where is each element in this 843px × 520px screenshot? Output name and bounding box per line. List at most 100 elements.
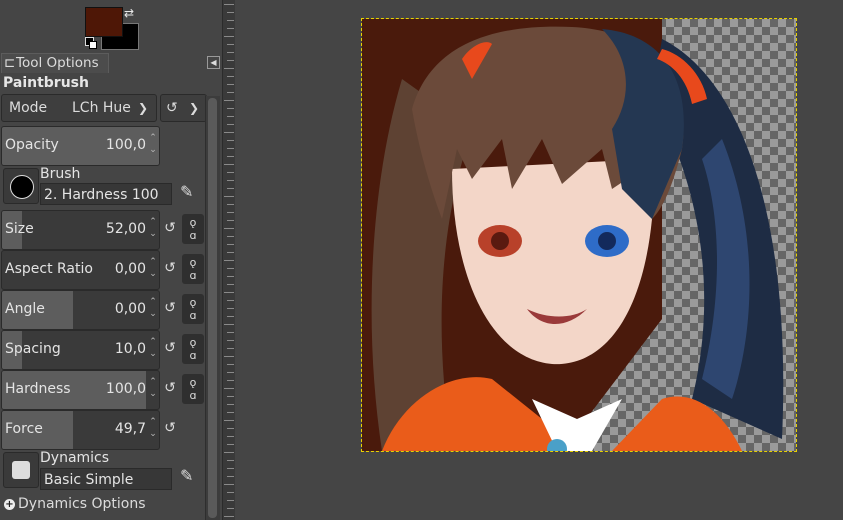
- link-size-icon[interactable]: ǫɑ: [182, 214, 204, 244]
- mode-reset-dropdown[interactable]: ↺ ❯: [160, 94, 207, 122]
- dynamics-options-expander[interactable]: + Dynamics Options: [4, 496, 146, 512]
- tool-options-panel: ⇄ ⊏Tool Options ◀ Paintbrush Mode LCh Hu…: [0, 0, 222, 520]
- mode-label: Mode: [9, 100, 48, 116]
- ruler-tick: [227, 340, 234, 341]
- swap-colors-icon[interactable]: ⇄: [124, 6, 134, 20]
- ruler-tick: [224, 420, 234, 421]
- mode-value: LCh Hue: [72, 100, 131, 116]
- mode-dropdown[interactable]: Mode LCh Hue ❯: [1, 94, 157, 122]
- ruler-tick: [227, 220, 234, 221]
- ruler-tick: [224, 132, 234, 133]
- link-aspect-ratio-icon[interactable]: ǫɑ: [182, 254, 204, 284]
- dynamics-preview-button[interactable]: [3, 452, 39, 488]
- opacity-slider[interactable]: Opacity 100,0 ⌃ ⌄: [1, 126, 160, 166]
- ruler-tick: [227, 460, 234, 461]
- ruler-tick: [227, 244, 234, 245]
- brush-label: Brush: [40, 166, 81, 182]
- angle-label: Angle: [5, 301, 45, 317]
- tool-title: Paintbrush: [3, 75, 89, 91]
- ruler-tick: [227, 188, 234, 189]
- ruler-tick: [227, 52, 234, 53]
- ruler-tick: [224, 324, 234, 325]
- ruler-tick: [224, 164, 234, 165]
- reset-icon: ↺: [166, 100, 178, 116]
- chevron-down-icon: ❯: [138, 101, 149, 115]
- dynamics-icon: [12, 461, 30, 479]
- options-scrollbar[interactable]: [205, 96, 220, 520]
- ruler-tick: [224, 4, 234, 5]
- ruler-tick: [227, 204, 234, 205]
- default-colors-icon[interactable]: [85, 37, 97, 49]
- spin-arrows-icon[interactable]: ⌃ ⌄: [148, 216, 158, 244]
- spin-arrows-icon[interactable]: ⌃ ⌄: [148, 416, 158, 444]
- ruler-tick: [227, 396, 234, 397]
- force-label: Force: [5, 421, 43, 437]
- tab-menu-icon[interactable]: ◀: [207, 56, 220, 69]
- foreground-color-swatch[interactable]: [85, 7, 123, 37]
- ruler-tick: [227, 444, 234, 445]
- ruler-tick: [224, 196, 234, 197]
- ruler-tick: [227, 404, 234, 405]
- tab-tool-options[interactable]: ⊏Tool Options: [1, 53, 109, 73]
- link-spacing-icon[interactable]: ǫɑ: [182, 334, 204, 364]
- reset-angle-icon[interactable]: ↺: [162, 300, 178, 316]
- vertical-ruler[interactable]: [222, 0, 236, 520]
- spacing-slider[interactable]: Spacing 10,0 ⌃ ⌄: [1, 330, 160, 370]
- edit-brush-icon[interactable]: ✎: [180, 182, 193, 201]
- ruler-tick: [224, 228, 234, 229]
- size-label: Size: [5, 221, 34, 237]
- spin-arrows-icon[interactable]: ⌃ ⌄: [148, 296, 158, 324]
- link-angle-icon[interactable]: ǫɑ: [182, 294, 204, 324]
- edit-dynamics-icon[interactable]: ✎: [180, 466, 193, 485]
- link-hardness-icon[interactable]: ǫɑ: [182, 374, 204, 404]
- ruler-tick: [227, 116, 234, 117]
- ruler-tick: [227, 108, 234, 109]
- image-canvas[interactable]: [362, 19, 796, 451]
- force-slider[interactable]: Force 49,7 ⌃ ⌄: [1, 410, 160, 450]
- ruler-tick: [224, 484, 234, 485]
- opacity-label: Opacity: [5, 137, 59, 153]
- reset-aspect-ratio-icon[interactable]: ↺: [162, 260, 178, 276]
- tab-label: Tool Options: [16, 55, 99, 71]
- ruler-tick: [227, 140, 234, 141]
- ruler-tick: [224, 388, 234, 389]
- spin-arrows-icon[interactable]: ⌃ ⌄: [148, 376, 158, 404]
- reset-hardness-icon[interactable]: ↺: [162, 380, 178, 396]
- ruler-tick: [227, 436, 234, 437]
- ruler-tick: [224, 292, 234, 293]
- ruler-tick: [227, 332, 234, 333]
- ruler-tick: [227, 380, 234, 381]
- hardness-value: 100,0: [105, 381, 146, 397]
- ruler-tick: [227, 476, 234, 477]
- dock-tab-bar: ⊏Tool Options ◀: [0, 53, 222, 73]
- angle-value: 0,00: [114, 301, 146, 317]
- ruler-tick: [227, 492, 234, 493]
- ruler-tick: [227, 20, 234, 21]
- scrollbar-thumb[interactable]: [208, 98, 217, 518]
- reset-force-icon[interactable]: ↺: [162, 420, 178, 436]
- size-slider[interactable]: Size 52,00 ⌃ ⌄: [1, 210, 160, 250]
- ruler-tick: [227, 508, 234, 509]
- opacity-value: 100,0: [105, 137, 146, 153]
- spacing-label: Spacing: [5, 341, 61, 357]
- hardness-slider[interactable]: Hardness 100,0 ⌃ ⌄: [1, 370, 160, 410]
- ruler-tick: [227, 348, 234, 349]
- brush-preview-button[interactable]: [3, 168, 39, 204]
- ruler-tick: [227, 148, 234, 149]
- spin-arrows-icon[interactable]: ⌃ ⌄: [148, 256, 158, 284]
- aspect-ratio-slider[interactable]: Aspect Ratio 0,00 ⌃ ⌄: [1, 250, 160, 290]
- expand-plus-icon: +: [4, 499, 15, 510]
- spin-arrows-icon[interactable]: ⌃ ⌄: [148, 132, 158, 160]
- angle-slider[interactable]: Angle 0,00 ⌃ ⌄: [1, 290, 160, 330]
- dynamics-name-field[interactable]: Basic Simple: [40, 468, 172, 490]
- chevron-down-icon: ❯: [189, 101, 200, 115]
- ruler-tick: [227, 156, 234, 157]
- ruler-tick: [227, 172, 234, 173]
- spin-arrows-icon[interactable]: ⌃ ⌄: [148, 336, 158, 364]
- ruler-tick: [227, 372, 234, 373]
- brush-name-field[interactable]: 2. Hardness 100: [40, 183, 172, 205]
- reset-spacing-icon[interactable]: ↺: [162, 340, 178, 356]
- ruler-tick: [224, 100, 234, 101]
- portrait-image: [362, 19, 784, 451]
- reset-size-icon[interactable]: ↺: [162, 220, 178, 236]
